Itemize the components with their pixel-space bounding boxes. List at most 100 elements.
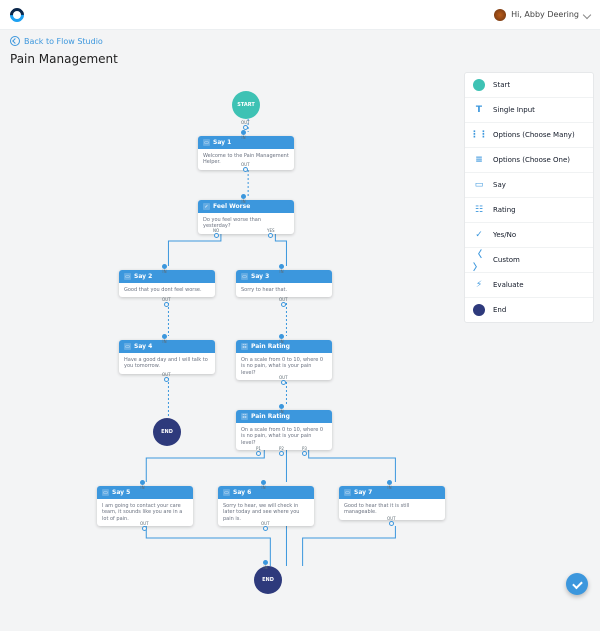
node-pain-rating-1[interactable]: ☷Pain Rating On a scale from 0 to 10, wh… xyxy=(236,340,332,380)
port-p3: P3 xyxy=(302,446,307,456)
node-title: Say 5 xyxy=(112,489,130,496)
port-in: IN xyxy=(241,130,246,140)
palette-item-options-choose-one-[interactable]: ≡ Options (Choose One) xyxy=(465,148,593,173)
port-out: OUT xyxy=(140,521,149,531)
node-title: Pain Rating xyxy=(251,343,290,350)
palette-label: Options (Choose Many) xyxy=(493,131,575,139)
port-in: IN xyxy=(241,194,246,204)
end-label: END xyxy=(262,577,274,583)
node-title: Say 1 xyxy=(213,139,231,146)
port-out: OUT xyxy=(279,297,288,307)
end-node-2[interactable]: END xyxy=(254,566,282,594)
app-logo xyxy=(7,5,27,25)
node-title: Pain Rating xyxy=(251,413,290,420)
port-in: IN xyxy=(162,334,167,344)
user-greeting: Hi, Abby Deering xyxy=(511,10,579,19)
palette-glyph-icon: ⚡ xyxy=(473,279,485,291)
node-title: Say 3 xyxy=(251,273,269,280)
arrow-left-icon xyxy=(10,36,20,46)
node-say2[interactable]: ▭Say 2 Good that you dont feel worse. xyxy=(119,270,215,297)
palette-item-single-input[interactable]: T Single Input xyxy=(465,98,593,123)
port-in: IN xyxy=(279,264,284,274)
rating-icon: ☷ xyxy=(241,343,248,350)
palette-label: End xyxy=(493,306,506,314)
flow-canvas[interactable]: START OUT ▭Say 1 Welcome to the Pain Man… xyxy=(0,66,464,631)
start-node[interactable]: START xyxy=(232,91,260,119)
port-out: OUT xyxy=(241,120,250,130)
port-in: IN xyxy=(279,404,284,414)
palette-item-evaluate[interactable]: ⚡ Evaluate xyxy=(465,273,593,298)
node-title: Say 7 xyxy=(354,489,372,496)
port-p1: P1 xyxy=(256,446,261,456)
palette-glyph-icon: ☷ xyxy=(473,204,485,216)
port-out: OUT xyxy=(162,297,171,307)
port-out: OUT xyxy=(162,372,171,382)
palette-dot-icon xyxy=(473,304,485,316)
end-node-1[interactable]: END xyxy=(153,418,181,446)
port-out: OUT xyxy=(279,375,288,385)
node-say3[interactable]: ▭Say 3 Sorry to hear that. xyxy=(236,270,332,297)
node-palette: Start T Single Input ⋮⋮ Options (Choose Many… xyxy=(464,72,594,323)
node-title: Say 4 xyxy=(134,343,152,350)
port-out: OUT xyxy=(241,162,250,172)
back-label: Back to Flow Studio xyxy=(24,37,103,46)
node-title: Say 6 xyxy=(233,489,251,496)
palette-item-custom[interactable]: 〈 〉 Custom xyxy=(465,248,593,273)
palette-label: Yes/No xyxy=(493,231,516,239)
port-p2: P2 xyxy=(279,446,284,456)
chevron-down-icon xyxy=(583,10,591,18)
palette-item-end[interactable]: End xyxy=(465,298,593,322)
say-icon: ▭ xyxy=(223,489,230,496)
yesno-icon: ✓ xyxy=(203,203,210,210)
say-icon: ▭ xyxy=(102,489,109,496)
confirm-fab[interactable] xyxy=(566,573,588,595)
port-in: IN xyxy=(162,264,167,274)
palette-dot-icon xyxy=(473,79,485,91)
palette-item-start[interactable]: Start xyxy=(465,73,593,98)
say-icon: ▭ xyxy=(124,343,131,350)
palette-glyph-icon: ✓ xyxy=(473,229,485,241)
port-in: IN xyxy=(261,480,266,490)
palette-label: Single Input xyxy=(493,106,535,114)
palette-label: Say xyxy=(493,181,506,189)
rating-icon: ☷ xyxy=(241,413,248,420)
port-in: IN xyxy=(263,560,268,570)
node-say4[interactable]: ▭Say 4 Have a good day and I will talk t… xyxy=(119,340,215,374)
palette-label: Rating xyxy=(493,206,516,214)
palette-glyph-icon: T xyxy=(473,104,485,116)
node-say7[interactable]: ▭Say 7 Good to hear that it is still man… xyxy=(339,486,445,520)
palette-item-say[interactable]: ▭ Say xyxy=(465,173,593,198)
node-title: Feel Worse xyxy=(213,203,250,210)
port-in: IN xyxy=(279,334,284,344)
palette-label: Options (Choose One) xyxy=(493,156,570,164)
palette-item-yes-no[interactable]: ✓ Yes/No xyxy=(465,223,593,248)
end-label: END xyxy=(161,429,173,435)
node-pain-rating-2[interactable]: ☷Pain Rating On a scale from 0 to 10, wh… xyxy=(236,410,332,450)
port-out: OUT xyxy=(261,521,270,531)
port-yes: YES xyxy=(267,228,275,238)
node-say5[interactable]: ▭Say 5 I am going to contact your care t… xyxy=(97,486,193,526)
palette-item-rating[interactable]: ☷ Rating xyxy=(465,198,593,223)
palette-label: Custom xyxy=(493,256,520,264)
palette-glyph-icon: ▭ xyxy=(473,179,485,191)
say-icon: ▭ xyxy=(344,489,351,496)
say-icon: ▭ xyxy=(203,139,210,146)
palette-item-options-choose-many-[interactable]: ⋮⋮ Options (Choose Many) xyxy=(465,123,593,148)
node-body: On a scale from 0 to 10, where 0 is no p… xyxy=(236,423,332,450)
port-out: OUT xyxy=(387,516,396,526)
user-menu[interactable]: Hi, Abby Deering xyxy=(494,9,590,21)
palette-label: Evaluate xyxy=(493,281,524,289)
palette-glyph-icon: 〈 〉 xyxy=(473,254,485,266)
page-title: Pain Management xyxy=(10,52,600,66)
node-body: Good that you dont feel worse. xyxy=(119,283,215,297)
node-title: Say 2 xyxy=(134,273,152,280)
avatar xyxy=(494,9,506,21)
node-say6[interactable]: ▭Say 6 Sorry to hear, we will check in l… xyxy=(218,486,314,526)
start-label: START xyxy=(237,102,255,108)
palette-glyph-icon: ⋮⋮ xyxy=(473,129,485,141)
palette-glyph-icon: ≡ xyxy=(473,154,485,166)
node-body: Sorry to hear that. xyxy=(236,283,332,297)
back-link[interactable]: Back to Flow Studio xyxy=(0,30,600,52)
say-icon: ▭ xyxy=(241,273,248,280)
port-in: IN xyxy=(387,480,392,490)
